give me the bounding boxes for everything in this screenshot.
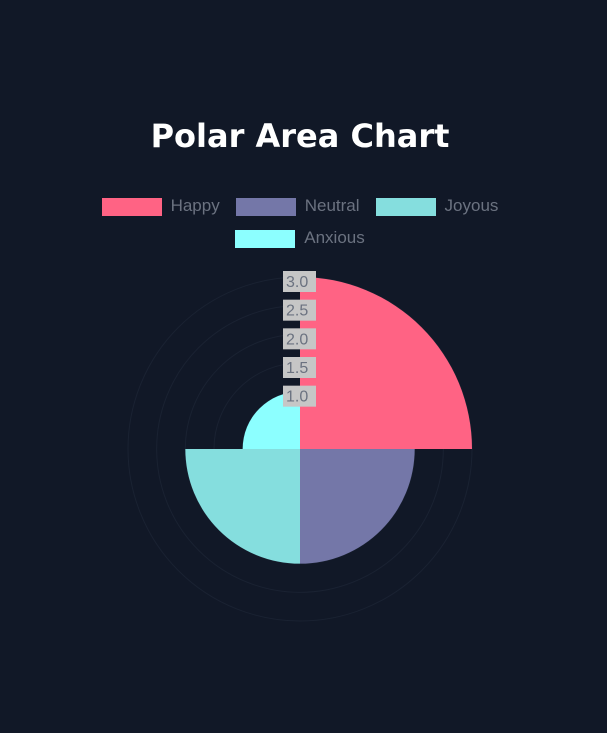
- tick-label: 2.0: [286, 331, 308, 348]
- tick-1.0: 1.0: [283, 385, 316, 407]
- segments: [185, 277, 472, 564]
- segment-happy[interactable]: [300, 277, 472, 449]
- tick-label: 2.5: [286, 303, 308, 320]
- tick-2.0: 2.0: [283, 328, 316, 350]
- tick-label: 1.5: [286, 360, 308, 377]
- tick-label: 1.0: [286, 389, 308, 406]
- radial-tick-labels: 3.0 2.5 2.0 1.5 1.0: [283, 271, 316, 407]
- segment-joyous[interactable]: [185, 449, 300, 564]
- tick-3.0: 3.0: [283, 271, 316, 292]
- tick-2.5: 2.5: [283, 299, 316, 321]
- polar-area-chart: 3.0 2.5 2.0 1.5 1.0: [127, 271, 473, 622]
- chart-page: Polar Area Chart Happy Neutral Joyous An…: [0, 0, 607, 733]
- tick-label: 3.0: [286, 274, 308, 291]
- tick-1.5: 1.5: [283, 357, 316, 378]
- segment-neutral[interactable]: [300, 449, 415, 564]
